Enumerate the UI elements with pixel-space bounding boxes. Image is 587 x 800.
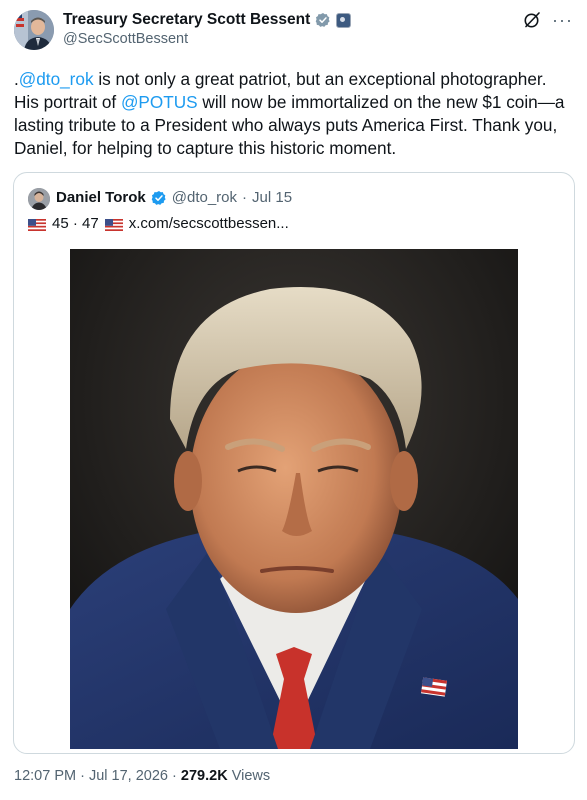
- tweet-date[interactable]: Jul 17, 2026: [89, 768, 168, 784]
- tweet: Treasury Secretary Scott Bessent @SecSco…: [0, 0, 587, 800]
- footer-separator: ·: [80, 768, 85, 784]
- quoted-author-avatar[interactable]: [28, 188, 50, 210]
- tweet-text: .@dto_rok is not only a great patriot, b…: [14, 68, 574, 160]
- top-actions: ···: [522, 10, 573, 30]
- author-name-row: Treasury Secretary Scott Bessent: [63, 11, 352, 29]
- meta-separator: ·: [242, 189, 248, 206]
- quoted-author-handle[interactable]: @dto_rok: [172, 189, 237, 206]
- views-label: Views: [231, 768, 271, 784]
- gov-badge-icon: [336, 12, 352, 28]
- author-handle[interactable]: @SecScottBessent: [63, 31, 188, 47]
- mention-potus[interactable]: @POTUS: [121, 92, 198, 112]
- mention-dto-rok[interactable]: @dto_rok: [19, 69, 94, 89]
- quoted-text-numbers: 45 · 47: [52, 215, 99, 232]
- quoted-tweet-text: 45 · 47 x.com/secscottbessen...: [28, 215, 289, 232]
- footer-separator: ·: [172, 768, 177, 784]
- grok-icon[interactable]: [522, 10, 542, 30]
- author-display-name[interactable]: Treasury Secretary Scott Bessent: [63, 11, 310, 29]
- quoted-author-name-row: Daniel Torok @dto_rok · Jul 15: [56, 189, 292, 206]
- tweet-footer: 12:07 PM · Jul 17, 2026 · 279.2K Views: [14, 768, 270, 784]
- quoted-tweet-card[interactable]: Daniel Torok @dto_rok · Jul 15 45 · 47 x…: [13, 172, 575, 754]
- verified-badge-icon: [315, 12, 331, 28]
- us-flag-icon: [28, 218, 46, 231]
- tweet-time[interactable]: 12:07 PM: [14, 768, 76, 784]
- more-options-icon[interactable]: ···: [552, 10, 573, 30]
- quoted-date[interactable]: Jul 15: [252, 189, 292, 206]
- quoted-author-name[interactable]: Daniel Torok: [56, 189, 146, 206]
- views-count[interactable]: 279.2K: [181, 768, 228, 784]
- portrait-photo[interactable]: [70, 249, 518, 749]
- verified-badge-icon: [151, 190, 167, 206]
- quoted-link[interactable]: x.com/secscottbessen...: [129, 215, 289, 232]
- author-avatar[interactable]: [14, 10, 54, 50]
- us-flag-icon: [104, 218, 123, 231]
